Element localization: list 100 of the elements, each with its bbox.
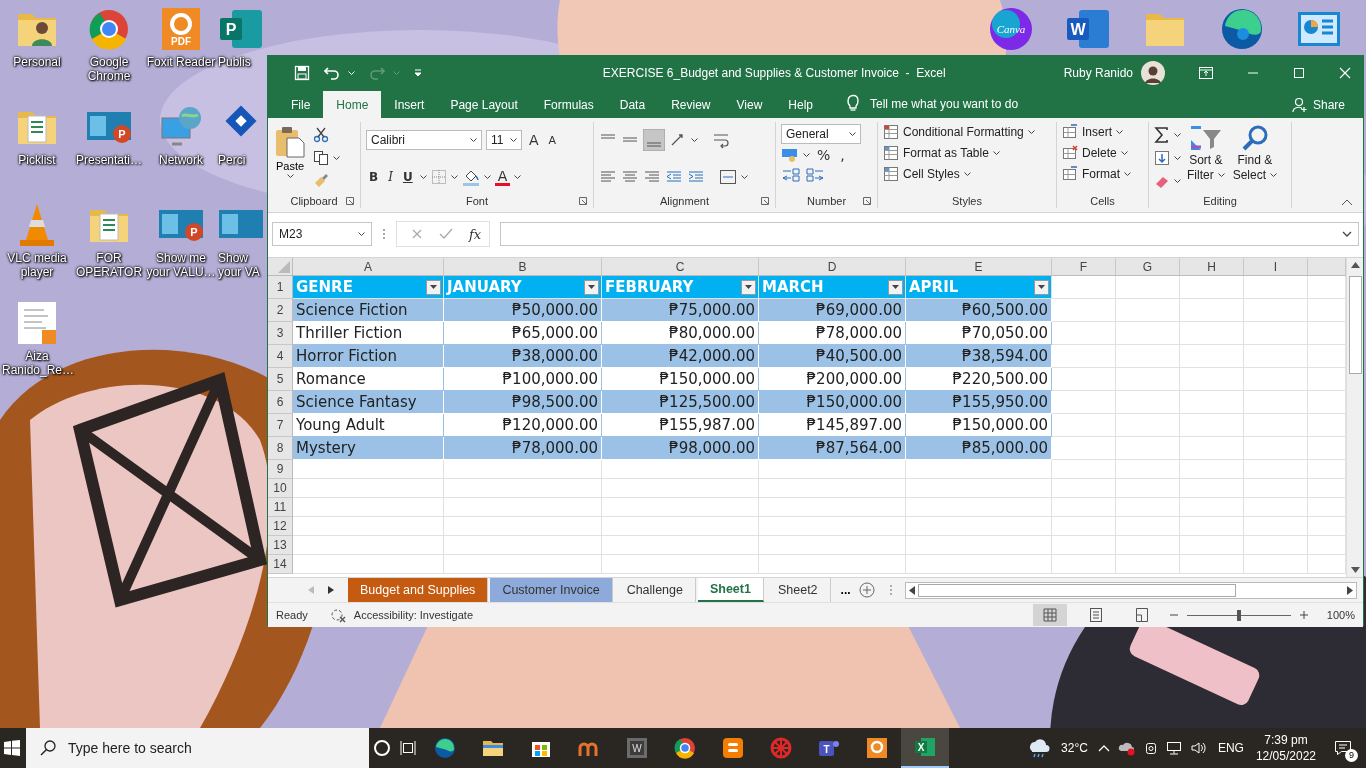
vertical-scrollbar[interactable]	[1346, 258, 1363, 577]
accessibility-icon[interactable]	[329, 607, 346, 623]
column-header[interactable]: D	[759, 258, 906, 276]
styles-button[interactable]: Conditional Formatting	[883, 122, 1051, 142]
row-header[interactable]: 7	[268, 414, 293, 437]
dialog-launcher-icon[interactable]	[579, 197, 587, 205]
empty-cell[interactable]	[1180, 460, 1244, 479]
comma-button[interactable]: ,	[837, 147, 848, 163]
empty-cell[interactable]	[1116, 437, 1180, 460]
ribbon-tab[interactable]: Help	[775, 91, 826, 118]
font-size-field[interactable]: 11	[486, 130, 522, 150]
sheet-tab[interactable]: Sheet1	[697, 578, 764, 602]
empty-cell[interactable]	[1116, 391, 1180, 414]
sort-filter-button[interactable]: Sort & Filter	[1185, 124, 1227, 192]
add-sheet-icon[interactable]	[858, 582, 875, 598]
cut-icon[interactable]	[313, 126, 329, 143]
scroll-thumb[interactable]	[917, 583, 1236, 597]
scroll-thumb[interactable]	[1348, 276, 1362, 374]
undo-icon[interactable]	[324, 65, 340, 80]
row-header[interactable]: 5	[268, 368, 293, 391]
empty-cell[interactable]	[906, 536, 1052, 555]
scroll-up-icon[interactable]	[1350, 262, 1360, 268]
empty-cell[interactable]	[1180, 536, 1244, 555]
font-color-button[interactable]: A	[494, 168, 511, 186]
next-sheet-icon[interactable]	[328, 586, 334, 594]
sheet-tab[interactable]: Budget and Supplies	[348, 578, 489, 602]
customize-menu-icon[interactable]	[414, 68, 422, 77]
temperature[interactable]: 32°C	[1061, 741, 1088, 755]
currency-icon[interactable]	[781, 147, 799, 163]
empty-cell[interactable]	[1180, 299, 1244, 322]
empty-cell[interactable]	[1116, 536, 1180, 555]
circle-icon[interactable]	[373, 739, 391, 757]
clock-time[interactable]: 7:39 pm	[1264, 732, 1308, 748]
empty-cell[interactable]	[1244, 414, 1308, 437]
windows-logo-icon[interactable]	[4, 740, 20, 756]
decrease-indent-icon[interactable]	[665, 169, 683, 185]
ribbon-tab[interactable]: View	[723, 91, 776, 118]
more-sheets-button[interactable]: ...	[832, 583, 859, 597]
search-field[interactable]: Tell me what you want to do	[870, 97, 1019, 111]
merge-center-icon[interactable]	[719, 169, 737, 185]
sheet-tab[interactable]: Customer Invoice	[490, 578, 613, 602]
wrap-text-icon[interactable]	[712, 131, 730, 149]
row-header[interactable]: 9	[268, 460, 293, 479]
weather-cloud-icon[interactable]	[1027, 737, 1052, 759]
notification-icon[interactable]	[1334, 740, 1352, 756]
empty-cell[interactable]	[602, 479, 759, 498]
empty-cell[interactable]	[1052, 498, 1116, 517]
taskbar-app[interactable]: X	[901, 728, 949, 768]
row-header[interactable]: 3	[268, 322, 293, 345]
cloud-error-icon[interactable]	[1117, 740, 1136, 756]
collapse-ribbon-icon[interactable]	[1341, 199, 1353, 206]
empty-cell[interactable]	[1180, 555, 1244, 574]
empty-cell[interactable]	[1180, 437, 1244, 460]
dialog-launcher-icon[interactable]	[346, 197, 354, 205]
increase-decimal-icon[interactable]	[781, 166, 801, 182]
ribbon-tab[interactable]: Insert	[381, 91, 438, 118]
scroll-right-icon[interactable]	[1347, 585, 1353, 595]
column-header[interactable]: A	[293, 258, 444, 276]
empty-cell[interactable]	[906, 460, 1052, 479]
empty-cell[interactable]	[759, 536, 906, 555]
filter-button[interactable]	[888, 279, 903, 295]
empty-cell[interactable]	[1180, 414, 1244, 437]
empty-cell[interactable]	[1244, 555, 1308, 574]
empty-cell[interactable]	[906, 498, 1052, 517]
empty-cell[interactable]	[1244, 299, 1308, 322]
empty-cell[interactable]	[602, 517, 759, 536]
empty-cell[interactable]	[1180, 368, 1244, 391]
styles-button[interactable]: Format as Table	[883, 143, 1051, 163]
shrink-font-button[interactable]: A	[545, 133, 560, 147]
empty-cell[interactable]	[1180, 517, 1244, 536]
empty-cell[interactable]	[1052, 555, 1116, 574]
empty-cell[interactable]	[1116, 479, 1180, 498]
grow-font-button[interactable]: A	[526, 132, 542, 148]
empty-cell[interactable]	[759, 460, 906, 479]
empty-cell[interactable]	[602, 460, 759, 479]
row-header[interactable]: 8	[268, 437, 293, 460]
column-header[interactable]: H	[1180, 258, 1244, 276]
caret-up-icon[interactable]	[1097, 744, 1110, 752]
ribbon-tab[interactable]: Page Layout	[437, 91, 531, 118]
fill-down-icon[interactable]	[1154, 150, 1170, 166]
fill-color-icon[interactable]	[461, 168, 480, 186]
column-header[interactable]: E	[906, 258, 1052, 276]
column-header[interactable]: C	[602, 258, 759, 276]
empty-cell[interactable]	[906, 517, 1052, 536]
underline-button[interactable]: U	[399, 170, 416, 184]
caret-icon[interactable]	[1342, 231, 1352, 237]
empty-cell[interactable]	[1116, 345, 1180, 368]
empty-cell[interactable]	[1244, 479, 1308, 498]
accessibility-status[interactable]: Accessibility: Investigate	[353, 609, 473, 621]
share-button[interactable]: Share	[1285, 96, 1351, 114]
copy-icon[interactable]	[313, 150, 329, 166]
save-icon[interactable]	[294, 64, 310, 81]
camera-icon[interactable]	[1143, 740, 1158, 756]
ribbon-display-icon[interactable]	[1199, 66, 1213, 79]
empty-cell[interactable]	[1052, 517, 1116, 536]
ribbon-tab[interactable]: Data	[606, 91, 659, 118]
increase-indent-icon[interactable]	[687, 169, 705, 185]
empty-cell[interactable]	[1244, 437, 1308, 460]
column-header[interactable]: B	[444, 258, 602, 276]
empty-cell[interactable]	[1116, 555, 1180, 574]
